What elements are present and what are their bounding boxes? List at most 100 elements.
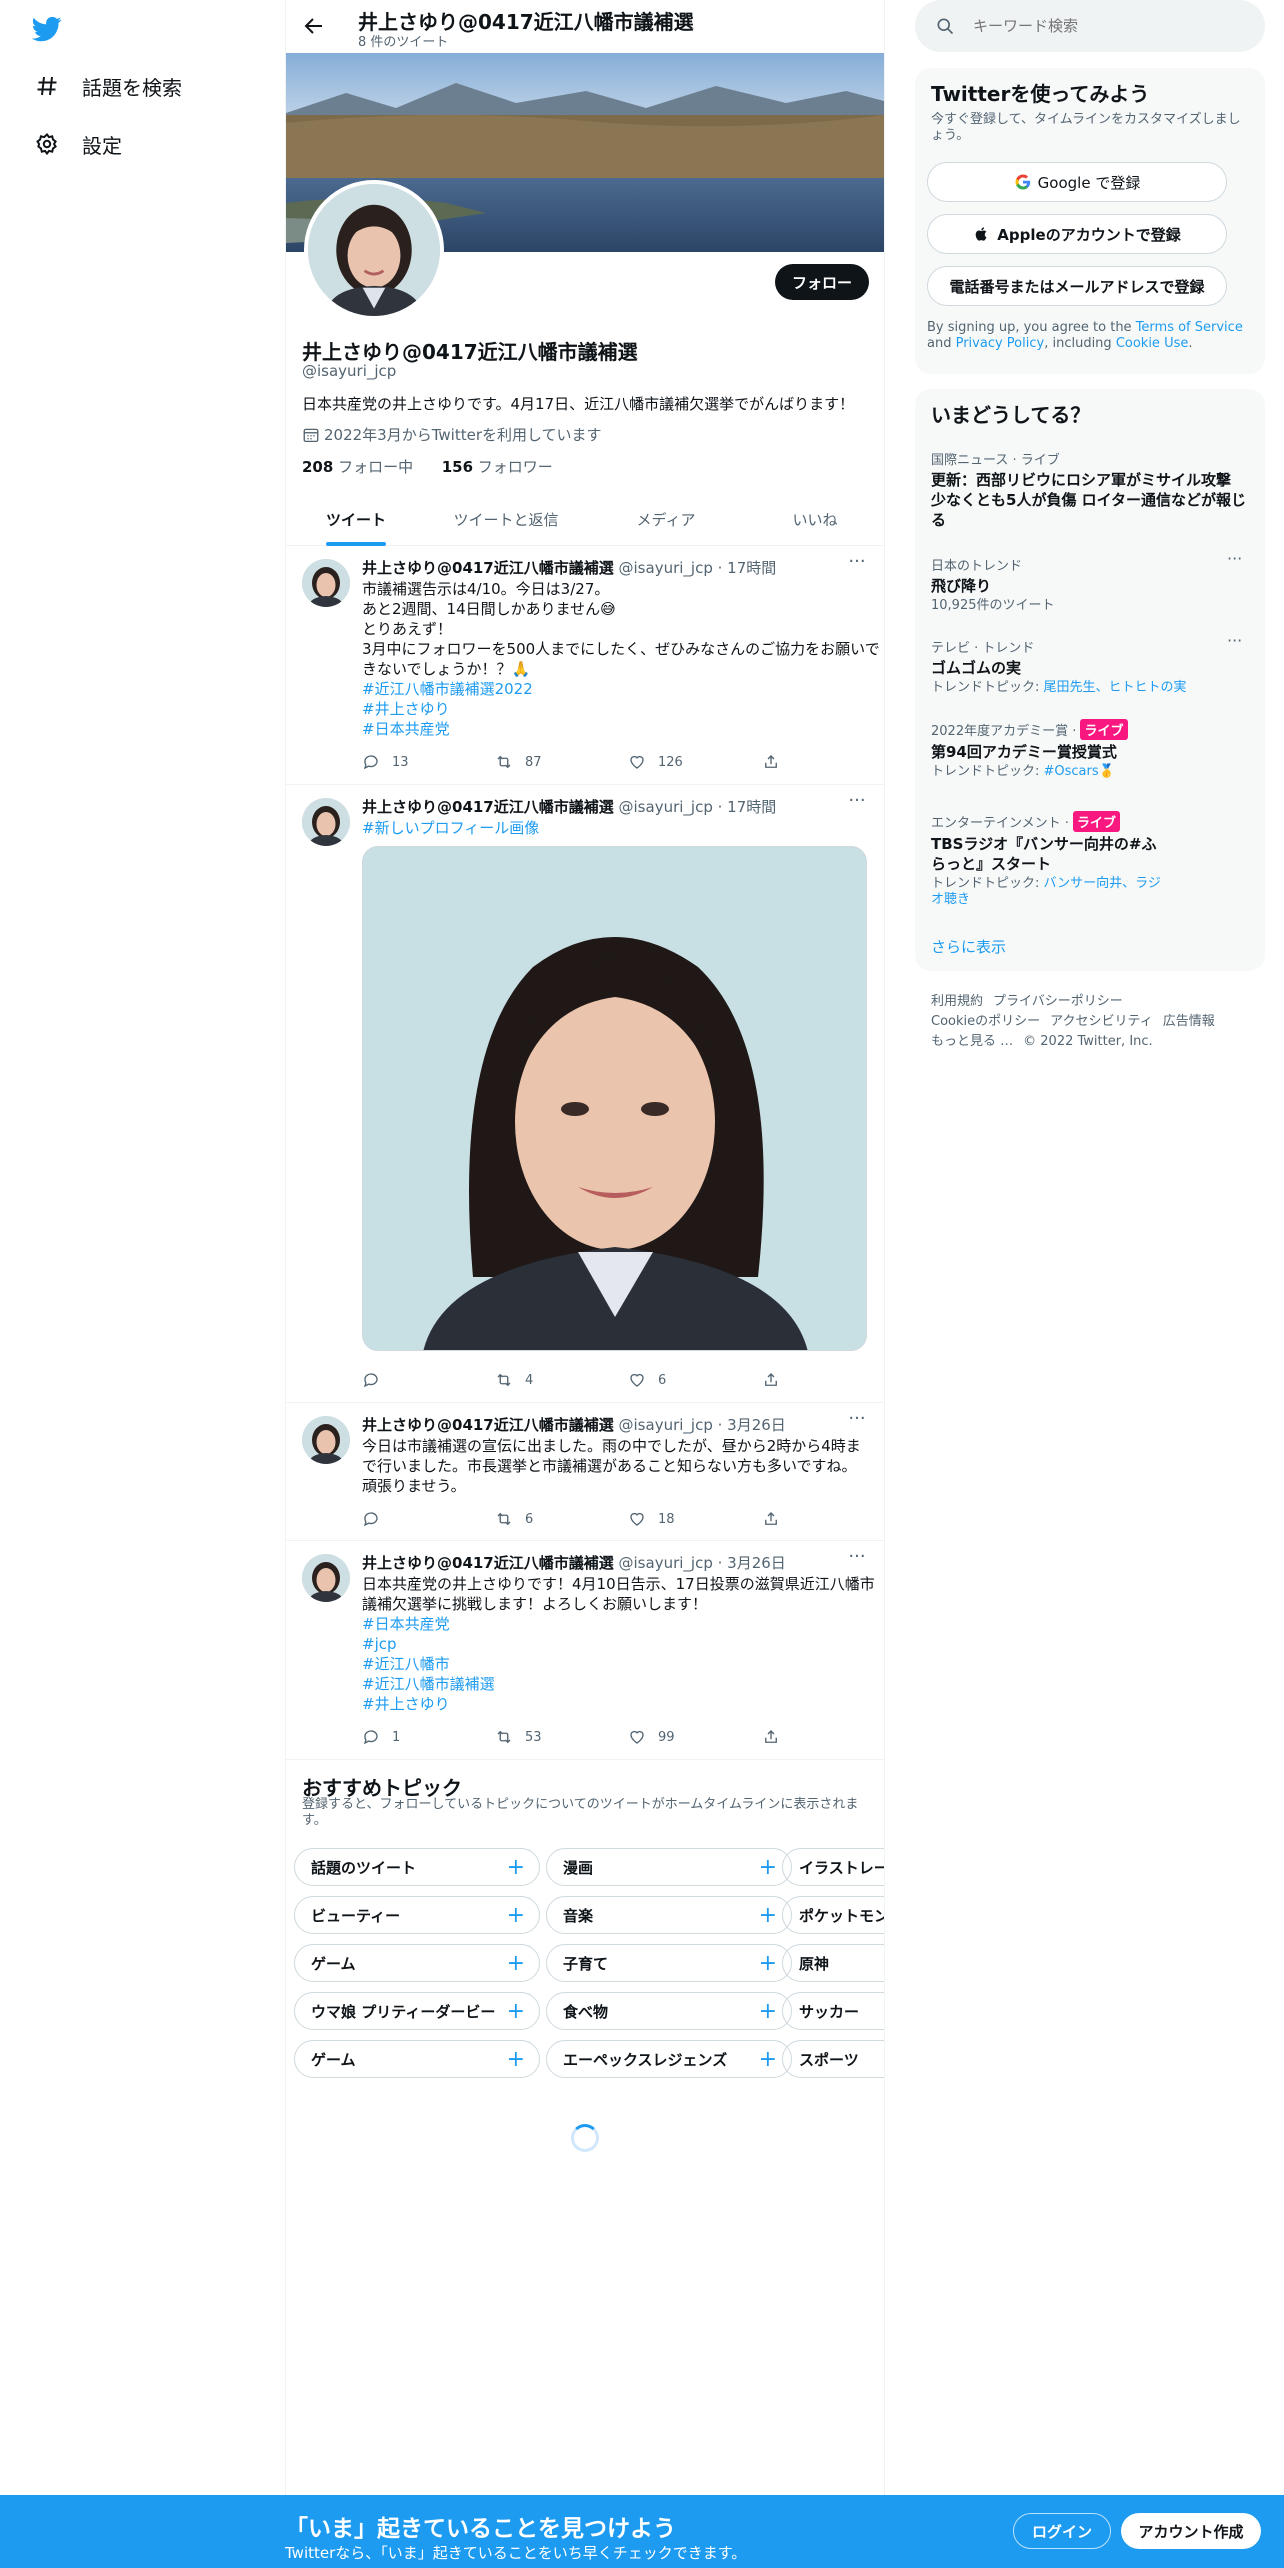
topic-chip[interactable]: ポケットモンスター+ (782, 1896, 884, 1934)
like-button[interactable]: 99 (628, 1728, 675, 1746)
share-button[interactable] (762, 753, 792, 771)
more-icon[interactable]: ··· (1227, 549, 1242, 568)
topic-chip[interactable]: エーペックスレジェンズ + (546, 2040, 792, 2078)
hashtag-link[interactable]: #井上さゆり (362, 1694, 867, 1714)
reply-button[interactable] (362, 1510, 392, 1528)
trend-item[interactable]: 2022年度アカデミー賞 · ライブ 第94回アカデミー賞授賞式 トレンドトピッ… (931, 719, 1251, 780)
topic-chip[interactable]: ウマ娘 プリティーダービー + (294, 1992, 540, 2030)
tweet[interactable]: 井上さゆり@0417近江八幡市議補選 @isayuri_jcp · 3月26日 … (286, 1404, 884, 1541)
retweet-button[interactable]: 53 (495, 1728, 542, 1746)
like-button[interactable]: 18 (628, 1510, 675, 1528)
phone-email-signup-button[interactable]: 電話番号またはメールアドレスで登録 (927, 266, 1227, 306)
retweet-button[interactable]: 4 (495, 1371, 533, 1389)
tweet-avatar[interactable] (302, 798, 350, 846)
tweet-avatar[interactable] (302, 1554, 350, 1602)
footer-link[interactable]: プライバシーポリシー (993, 994, 1123, 1009)
topic-chip[interactable]: ゲーム + (294, 2040, 540, 2078)
reply-button[interactable]: 13 (362, 753, 409, 771)
trend-item[interactable]: 国際ニュース · ライブ 更新：西部リビウにロシア軍がミサイル攻撃 少なくとも5… (931, 449, 1251, 530)
profile-avatar[interactable] (304, 180, 444, 320)
search-bar[interactable] (915, 0, 1265, 52)
topic-chip[interactable]: サッカー+ (782, 1992, 884, 2030)
footer-link[interactable]: 広告情報 (1163, 1014, 1215, 1029)
topics-subtitle: 登録すると、フォローしているトピックについてのツイートがホームタイムラインに表示… (302, 1797, 859, 1828)
trend-title: 第94回アカデミー賞授賞式 (931, 743, 1117, 761)
footer-link[interactable]: もっと見る … (931, 1034, 1013, 1049)
topic-chip[interactable]: 音楽 + (546, 1896, 792, 1934)
reply-button[interactable]: 1 (362, 1728, 400, 1746)
topic-chip[interactable]: イラストレーション+ (782, 1848, 884, 1886)
show-more-link[interactable]: さらに表示 (931, 936, 1006, 957)
cookie-link[interactable]: Cookie Use (1116, 336, 1189, 351)
tweet-text: #新しいプロフィール画像 (362, 818, 867, 838)
more-icon[interactable]: ··· (846, 1548, 868, 1572)
hashtag-link[interactable]: #日本共産党 (362, 1614, 867, 1634)
share-button[interactable] (762, 1371, 792, 1389)
following-link[interactable]: 208 フォロー中 (302, 458, 413, 476)
share-button[interactable] (762, 1728, 792, 1746)
apple-signup-button[interactable]: Appleのアカウントで登録 (927, 214, 1227, 254)
twitter-logo-icon[interactable] (30, 14, 64, 44)
trend-item[interactable]: 日本のトレンド 飛び降り 10,925件のツイート (931, 555, 1251, 614)
google-signup-button[interactable]: Google で登録 (927, 162, 1227, 202)
hashtag-link[interactable]: #近江八幡市議補選 (362, 1674, 867, 1694)
create-account-button[interactable]: アカウント作成 (1121, 2513, 1261, 2549)
profile-joined-text: 2022年3月からTwitterを利用しています (324, 426, 602, 444)
hashtag-link[interactable]: #新しいプロフィール画像 (362, 818, 867, 838)
footer-link[interactable]: アクセシビリティ (1050, 1014, 1153, 1029)
like-button[interactable]: 126 (628, 753, 683, 771)
tweet[interactable]: 井上さゆり@0417近江八幡市議補選 @isayuri_jcp · 17時間 ·… (286, 547, 884, 785)
topic-chip[interactable]: 漫画 + (546, 1848, 792, 1886)
topic-chip[interactable]: 話題のツイート + (294, 1848, 540, 1886)
topic-chip[interactable]: スポーツ+ (782, 2040, 884, 2078)
hashtag-link[interactable]: #近江八幡市議補選2022 (362, 679, 867, 699)
tweet-meta: @isayuri_jcp · 3月26日 (613, 1554, 786, 1572)
tab-likes[interactable]: いいね (746, 493, 884, 546)
profile-joined: 2022年3月からTwitterを利用しています (302, 424, 602, 445)
search-input[interactable] (973, 17, 1233, 35)
tweet-author-name: 井上さゆり@0417近江八幡市議補選 (362, 1554, 614, 1572)
login-button[interactable]: ログイン (1013, 2513, 1111, 2549)
topic-chip[interactable]: ビューティー + (294, 1896, 540, 1934)
tab-tweets-replies[interactable]: ツイートと返信 (426, 493, 586, 546)
topic-chip[interactable]: 食べ物 + (546, 1992, 792, 2030)
bottom-subtitle: Twitterなら、「いま」起きていることをいち早くチェックできます。 (285, 2544, 747, 2562)
back-arrow-icon[interactable] (302, 14, 326, 38)
topic-chip[interactable]: ゲーム + (294, 1944, 540, 1982)
more-icon[interactable]: ··· (846, 792, 868, 816)
followers-link[interactable]: 156 フォロワー (442, 458, 553, 476)
hashtag-link[interactable]: #井上さゆり (362, 699, 867, 719)
privacy-link[interactable]: Privacy Policy (956, 336, 1045, 351)
tweet-avatar[interactable] (302, 1416, 350, 1464)
tweet[interactable]: 井上さゆり@0417近江八幡市議補選 @isayuri_jcp · 3月26日 … (286, 1542, 884, 1760)
hashtag-link[interactable]: #近江八幡市 (362, 1654, 867, 1674)
terms-link[interactable]: Terms of Service (1136, 320, 1243, 335)
topic-row: 話題のツイート+ 漫画+ イラストレーション+ (286, 1848, 884, 1888)
reply-button[interactable] (362, 1371, 392, 1389)
nav-settings[interactable]: 設定 (34, 124, 122, 164)
tweet-avatar[interactable] (302, 559, 350, 607)
retweet-button[interactable]: 87 (495, 753, 542, 771)
trend-item[interactable]: テレビ · トレンド ゴムゴムの実 トレンドトピック: 尾田先生、ヒトヒトの実 (931, 637, 1251, 696)
more-icon[interactable]: ··· (846, 553, 868, 577)
footer-link[interactable]: 利用規約 (931, 994, 983, 1009)
trend-item[interactable]: エンターテインメント · ライブ TBSラジオ『バンサー向井の#ふらっと』スター… (931, 811, 1251, 908)
topic-chip[interactable]: 原神+ (782, 1944, 884, 1982)
trend-sub: トレンドトピック: #Oscars🥇 (931, 764, 1115, 779)
share-button[interactable] (762, 1510, 792, 1528)
follow-button[interactable]: フォロー (775, 264, 869, 300)
tweet[interactable]: 井上さゆり@0417近江八幡市議補選 @isayuri_jcp · 17時間 ·… (286, 786, 884, 1403)
tab-tweets[interactable]: ツイート (286, 493, 426, 546)
search-icon (937, 18, 954, 35)
more-icon[interactable]: ··· (846, 1410, 868, 1434)
hashtag-link[interactable]: #jcp (362, 1634, 867, 1654)
nav-explore[interactable]: 話題を検索 (34, 66, 182, 106)
like-button[interactable]: 6 (628, 1371, 666, 1389)
topic-chip[interactable]: 子育て + (546, 1944, 792, 1982)
retweet-button[interactable]: 6 (495, 1510, 533, 1528)
footer-link[interactable]: Cookieのポリシー (931, 1014, 1040, 1029)
tweet-photo[interactable] (362, 846, 867, 1351)
tab-media[interactable]: メディア (586, 493, 746, 546)
more-icon[interactable]: ··· (1227, 631, 1242, 650)
hashtag-link[interactable]: #日本共産党 (362, 719, 867, 739)
